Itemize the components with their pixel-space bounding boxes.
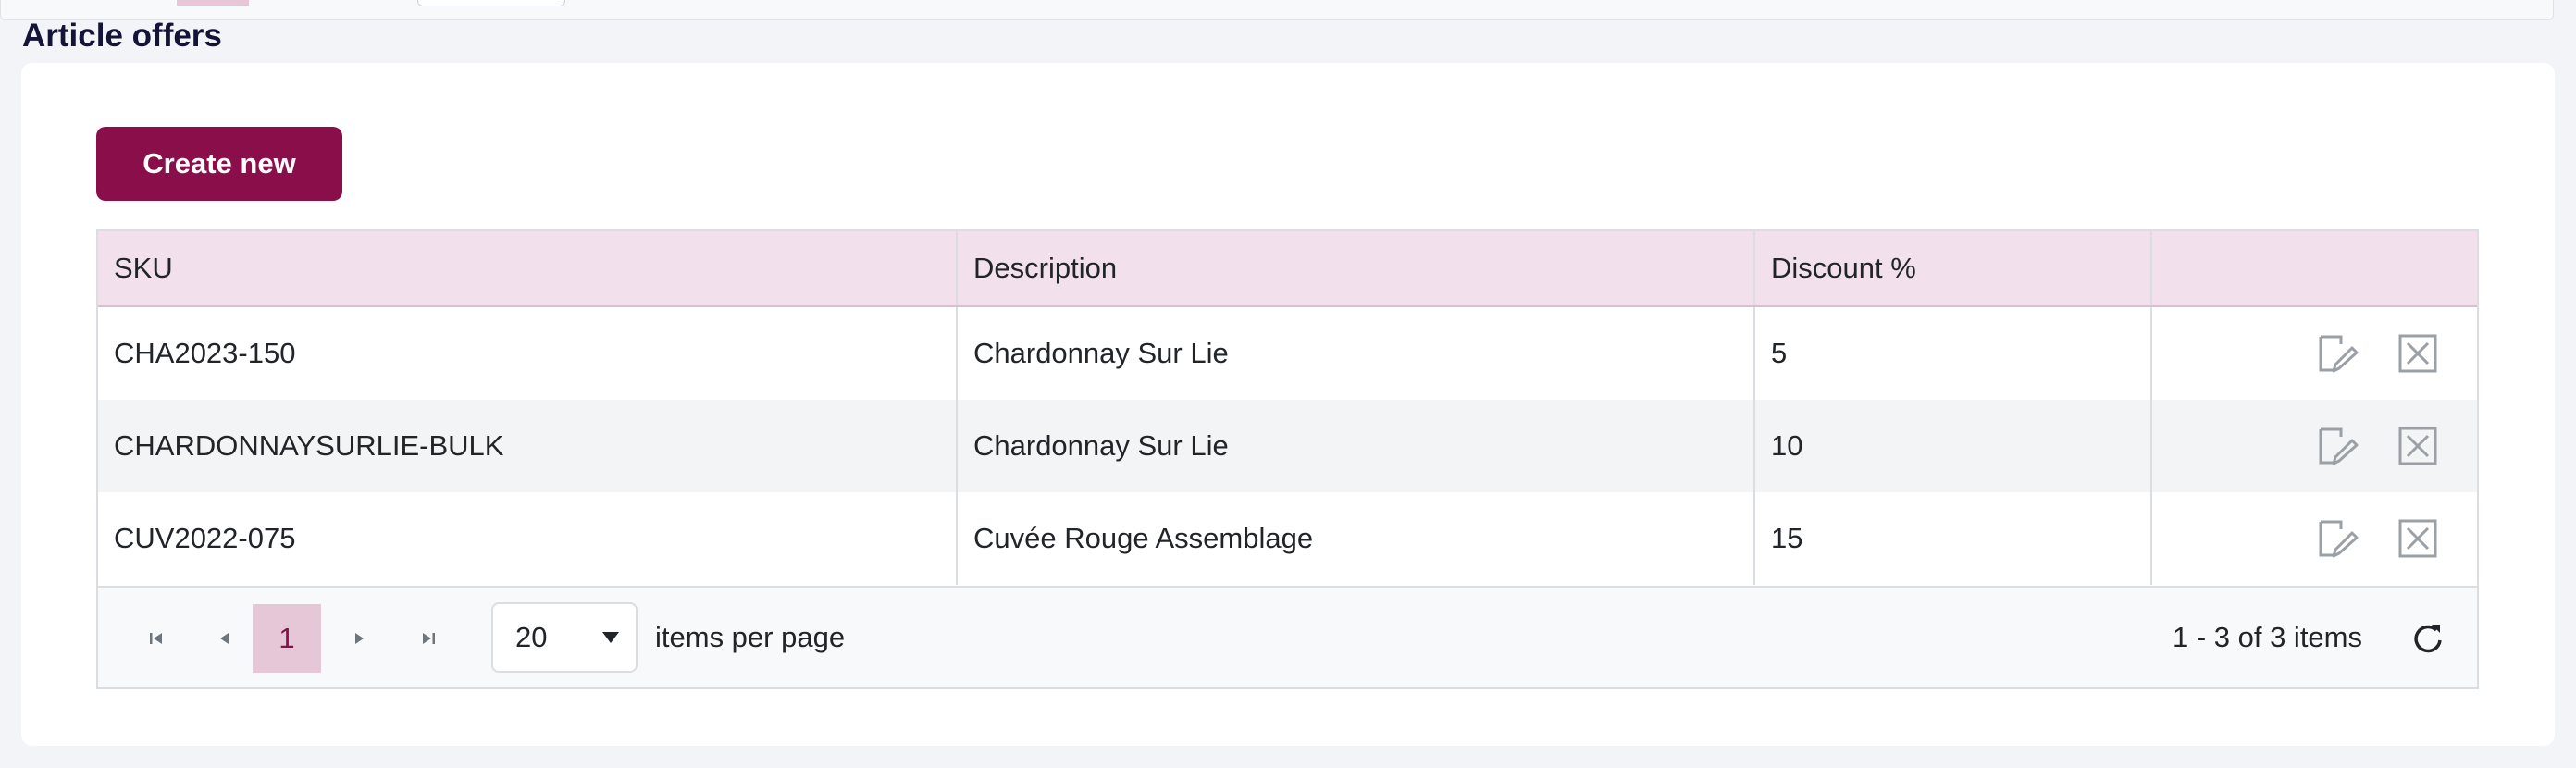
current-page-button[interactable]: 1: [253, 604, 321, 673]
article-offers-grid: SKU Description Discount % CHA2023-150 C…: [96, 229, 2479, 689]
pager-info: 1 - 3 of 3 items: [2172, 621, 2362, 653]
delete-icon[interactable]: [2396, 424, 2440, 468]
chevron-down-icon: [602, 632, 619, 643]
page-size-label: items per page: [655, 621, 846, 653]
previous-page-size-select: [417, 0, 565, 6]
cell-discount: 5: [1754, 306, 2152, 400]
table-row[interactable]: CHA2023-150 Chardonnay Sur Lie 5: [98, 306, 2477, 400]
cell-description: Chardonnay Sur Lie: [957, 306, 1755, 400]
cell-actions: [2151, 306, 2477, 400]
cell-discount: 10: [1754, 400, 2152, 492]
refresh-icon[interactable]: [2403, 613, 2453, 663]
previous-pager-current-page: [177, 0, 249, 6]
pager: 1 20 items per page 1 - 3 of 3 items: [98, 586, 2477, 687]
column-header-actions: [2151, 231, 2477, 307]
cell-description: Chardonnay Sur Lie: [957, 400, 1755, 492]
next-page-icon[interactable]: [325, 604, 393, 673]
cell-sku: CHARDONNAYSURLIE-BULK: [98, 400, 958, 492]
cell-actions: [2151, 492, 2477, 585]
table-header-row: SKU Description Discount %: [98, 231, 2477, 307]
column-header-discount[interactable]: Discount %: [1754, 231, 2152, 307]
cell-description: Cuvée Rouge Assemblage: [957, 492, 1755, 585]
previous-section-card: [0, 0, 2554, 20]
delete-icon[interactable]: [2396, 331, 2440, 376]
edit-icon[interactable]: [2315, 516, 2359, 561]
delete-icon[interactable]: [2396, 516, 2440, 561]
last-page-icon[interactable]: [394, 604, 463, 673]
page-size-value: 20: [515, 621, 548, 653]
offers-table: SKU Description Discount % CHA2023-150 C…: [98, 231, 2477, 585]
edit-icon[interactable]: [2315, 424, 2359, 468]
cell-discount: 15: [1754, 492, 2152, 585]
cell-actions: [2151, 400, 2477, 492]
page-size-select[interactable]: 20: [491, 602, 638, 673]
table-row[interactable]: CHARDONNAYSURLIE-BULK Chardonnay Sur Lie…: [98, 400, 2477, 492]
column-header-description[interactable]: Description: [957, 231, 1755, 307]
section-title: Article offers: [22, 18, 222, 54]
cell-sku: CHA2023-150: [98, 306, 958, 400]
first-page-icon[interactable]: [122, 604, 191, 673]
column-header-sku[interactable]: SKU: [98, 231, 958, 307]
create-new-button[interactable]: Create new: [96, 127, 342, 201]
cell-sku: CUV2022-075: [98, 492, 958, 585]
edit-icon[interactable]: [2315, 331, 2359, 376]
previous-page-icon[interactable]: [191, 604, 259, 673]
table-row[interactable]: CUV2022-075 Cuvée Rouge Assemblage 15: [98, 492, 2477, 585]
